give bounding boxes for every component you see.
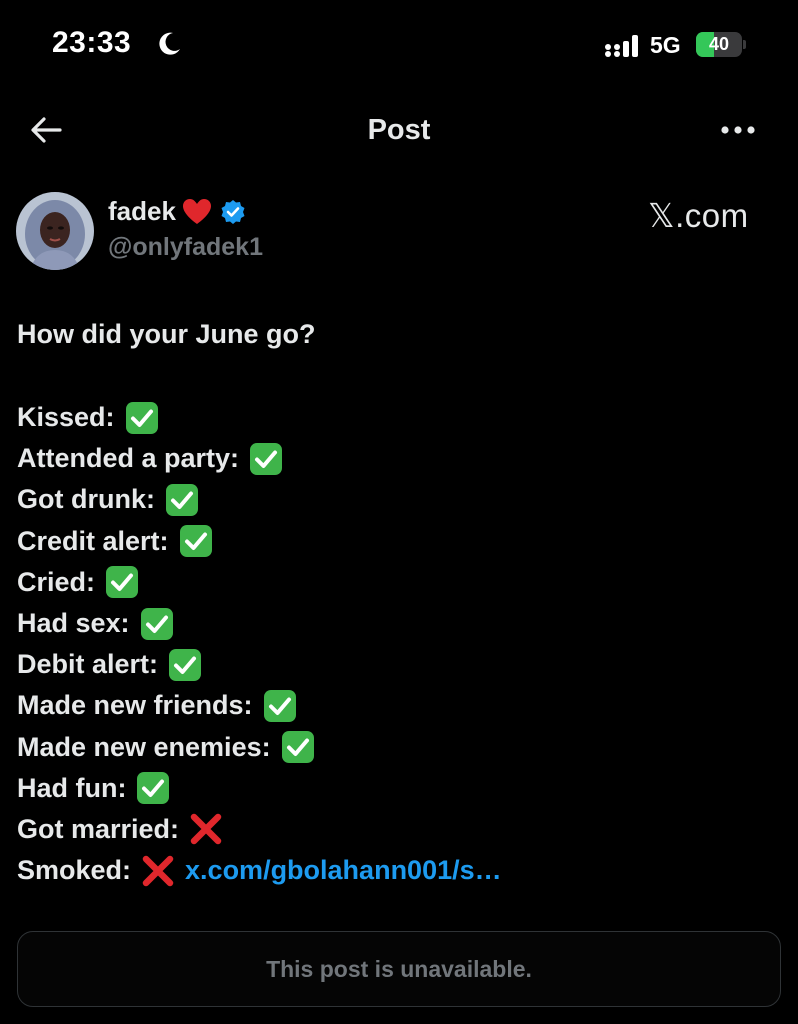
status-time: 23:33 [52, 26, 132, 59]
post-line: Attended a party: [17, 438, 777, 479]
check-mark-icon [179, 524, 213, 558]
post-line-label: Had sex: [17, 607, 130, 638]
more-icon[interactable] [712, 110, 764, 150]
post-line: Had sex: [17, 603, 777, 644]
watermark: 𝕏.com [648, 197, 749, 234]
status-bar: 23:33 5G 40 [0, 0, 798, 90]
author-name-row[interactable]: fadek [108, 196, 246, 227]
back-arrow-icon[interactable] [24, 110, 68, 150]
post-line-label: Kissed: [17, 402, 115, 432]
post-line-label: Attended a party: [17, 443, 240, 474]
post-text: How did your June go? Kissed: Attended a … [17, 314, 777, 891]
check-mark-icon [125, 401, 159, 435]
post-line-label: Credit alert: [17, 525, 169, 556]
unavailable-post-text: This post is unavailable. [266, 955, 532, 982]
post-line-label: Got married: [17, 813, 180, 844]
post-line: Made new friends: [17, 685, 777, 726]
avatar[interactable] [16, 192, 94, 270]
nav-bar: Post [0, 100, 798, 160]
post-line: Made new enemies: [17, 727, 777, 768]
post-line-label: Smoked: [17, 855, 132, 886]
check-mark-icon [105, 565, 139, 599]
post-line-label: Cried: [17, 566, 96, 597]
check-mark-icon [249, 442, 283, 476]
page-title: Post [367, 114, 431, 146]
signal-icon [605, 35, 638, 57]
cross-mark-icon [141, 854, 175, 888]
post-line: Got drunk: [17, 479, 777, 520]
battery-percent: 40 [708, 34, 730, 54]
post-line-label: Had fun: [17, 772, 127, 803]
check-mark-icon [140, 607, 174, 641]
check-mark-icon [165, 483, 199, 517]
unavailable-post-card[interactable]: This post is unavailable. [17, 931, 781, 1007]
moon-icon [159, 32, 180, 55]
author-name[interactable]: fadek [108, 196, 176, 227]
post-line: Cried: [17, 562, 777, 603]
post-line-label: Got drunk: [17, 484, 155, 515]
cross-mark-icon [189, 812, 223, 846]
check-mark-icon [281, 730, 315, 764]
post-link[interactable]: x.com/gbolahann001/s… [185, 850, 502, 891]
post-line-label: Made new enemies: [17, 731, 271, 762]
post-line: Smoked: x.com/gbolahann001/s… [17, 850, 777, 891]
post-line-label: Made new friends: [17, 690, 253, 721]
heart-icon [182, 198, 211, 224]
post-line: Kissed: [17, 397, 777, 438]
post-line: Debit alert: [17, 644, 777, 685]
check-mark-icon [168, 648, 202, 682]
check-mark-icon [263, 689, 297, 723]
post-line: Got married: [17, 809, 777, 850]
post-list: Kissed: Attended a party: Got drunk: Credit… [17, 397, 777, 891]
post-line: Had fun: [17, 768, 777, 809]
author-handle[interactable]: @onlyfadek1 [108, 233, 263, 262]
post-line-label: Debit alert: [17, 649, 159, 680]
verified-icon [221, 199, 245, 224]
check-mark-icon [136, 771, 170, 805]
post-line: Credit alert: [17, 521, 777, 562]
network-label: 5G [650, 32, 681, 58]
battery-icon: 40 [696, 32, 746, 57]
post-question: How did your June go? [17, 319, 316, 349]
